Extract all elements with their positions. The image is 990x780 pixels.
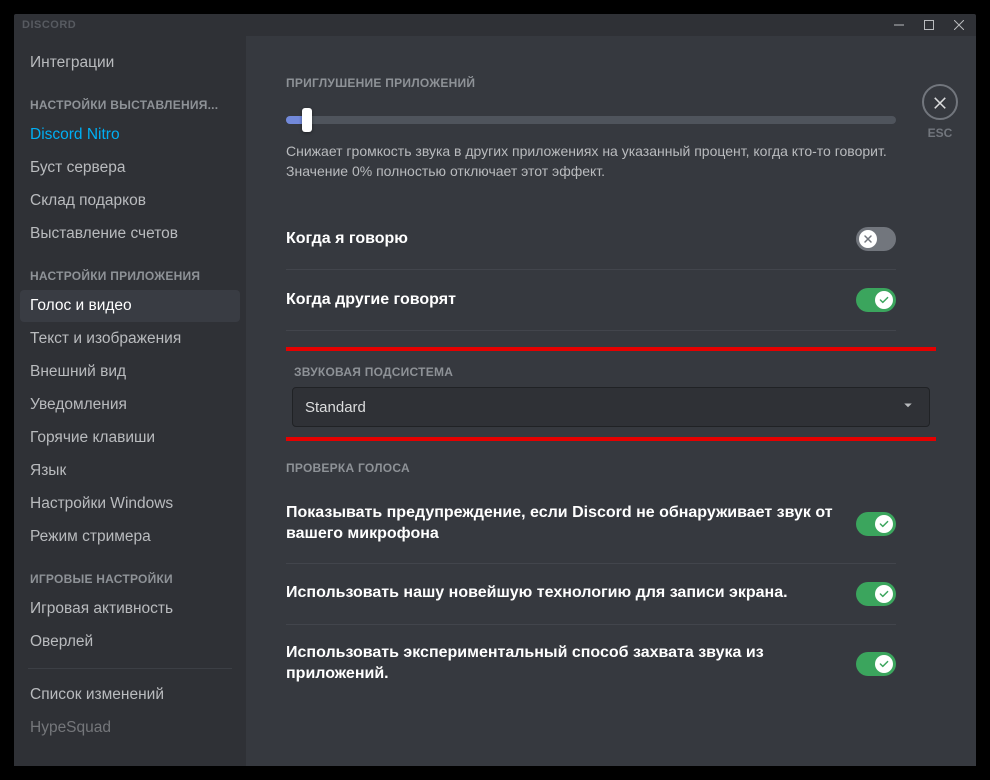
sidebar-separator [28,668,232,669]
sidebar-item-keybinds[interactable]: Горячие клавиши [20,422,240,454]
sidebar-item-language[interactable]: Язык [20,455,240,487]
label-experimental-capture: Использовать экспериментальный способ за… [286,643,856,685]
sidebar-item-nitro[interactable]: Discord Nitro [20,119,240,151]
sidebar-item-text-images[interactable]: Текст и изображения [20,323,240,355]
row-when-i-speak: Когда я говорю [286,209,896,270]
sidebar-item-billing[interactable]: Выставление счетов [20,218,240,250]
toggle-knob [859,230,877,248]
sidebar-item-boost[interactable]: Буст сервера [20,152,240,184]
sidebar-item-integrations[interactable]: Интеграции [20,47,240,79]
label-screen-tech: Использовать нашу новейшую технологию дл… [286,583,856,604]
label-when-others-speak: Когда другие говорят [286,290,856,311]
attenuation-header: ПРИГЛУШЕНИЕ ПРИЛОЖЕНИЙ [286,76,936,90]
sidebar-header-game: ИГРОВЫЕ НАСТРОЙКИ [20,554,240,592]
row-screen-tech: Использовать нашу новейшую технологию дл… [286,564,896,625]
toggle-when-i-speak[interactable] [856,227,896,251]
attenuation-desc: Снижает громкость звука в других приложе… [286,142,936,181]
titlebar: DISCORD [14,14,976,36]
sidebar-item-streamer[interactable]: Режим стримера [20,521,240,553]
sidebar-item-changelog[interactable]: Список изменений [20,679,240,711]
sidebar-item-voice-video[interactable]: Голос и видео [20,290,240,322]
maximize-button[interactable] [916,15,942,35]
slider-thumb[interactable] [302,108,312,132]
label-when-i-speak: Когда я говорю [286,229,856,250]
sidebar-header-billing: НАСТРОЙКИ ВЫСТАВЛЕНИЯ... [20,80,240,118]
toggle-knob [875,655,893,673]
close-window-button[interactable] [946,15,972,35]
toggle-knob [875,515,893,533]
sidebar-item-gifts[interactable]: Склад подарков [20,185,240,217]
content-area: ESC ПРИГЛУШЕНИЕ ПРИЛОЖЕНИЙ Снижает громк… [246,36,976,766]
audio-subsystem-select[interactable]: Standard [292,387,930,427]
window-controls [886,15,972,35]
toggle-knob [875,585,893,603]
attenuation-slider[interactable] [286,108,896,132]
toggle-screen-tech[interactable] [856,582,896,606]
sidebar-item-notifications[interactable]: Уведомления [20,389,240,421]
close-settings-button[interactable]: ESC [922,84,958,140]
chevron-down-icon [899,396,917,418]
close-label: ESC [928,126,953,140]
app-name: DISCORD [22,19,76,31]
sidebar-item-appearance[interactable]: Внешний вид [20,356,240,388]
slider-track [286,116,896,124]
audio-subsystem-header: ЗВУКОВАЯ ПОДСИСТЕМА [294,365,928,379]
close-icon [922,84,958,120]
voice-check-header: ПРОВЕРКА ГОЛОСА [286,461,936,475]
row-experimental-capture: Использовать экспериментальный способ за… [286,625,896,703]
sidebar-header-app: НАСТРОЙКИ ПРИЛОЖЕНИЯ [20,251,240,289]
toggle-experimental-capture[interactable] [856,652,896,676]
toggle-voice-warning[interactable] [856,512,896,536]
audio-subsystem-value: Standard [305,399,366,416]
row-voice-warning: Показывать предупреждение, если Discord … [286,485,896,564]
sidebar-item-overlay[interactable]: Оверлей [20,626,240,658]
sidebar: Интеграции НАСТРОЙКИ ВЫСТАВЛЕНИЯ... Disc… [14,36,246,766]
app-window: DISCORD Интеграции НАСТРОЙКИ ВЫСТАВЛЕНИЯ… [14,14,976,766]
toggle-when-others-speak[interactable] [856,288,896,312]
row-when-others-speak: Когда другие говорят [286,270,896,331]
sidebar-item-windows[interactable]: Настройки Windows [20,488,240,520]
sidebar-item-game-activity[interactable]: Игровая активность [20,593,240,625]
label-voice-warning: Показывать предупреждение, если Discord … [286,503,856,545]
toggle-knob [875,291,893,309]
sidebar-item-hypesquad[interactable]: HypeSquad [20,712,240,744]
audio-subsystem-highlight: ЗВУКОВАЯ ПОДСИСТЕМА Standard [286,347,936,441]
minimize-button[interactable] [886,15,912,35]
